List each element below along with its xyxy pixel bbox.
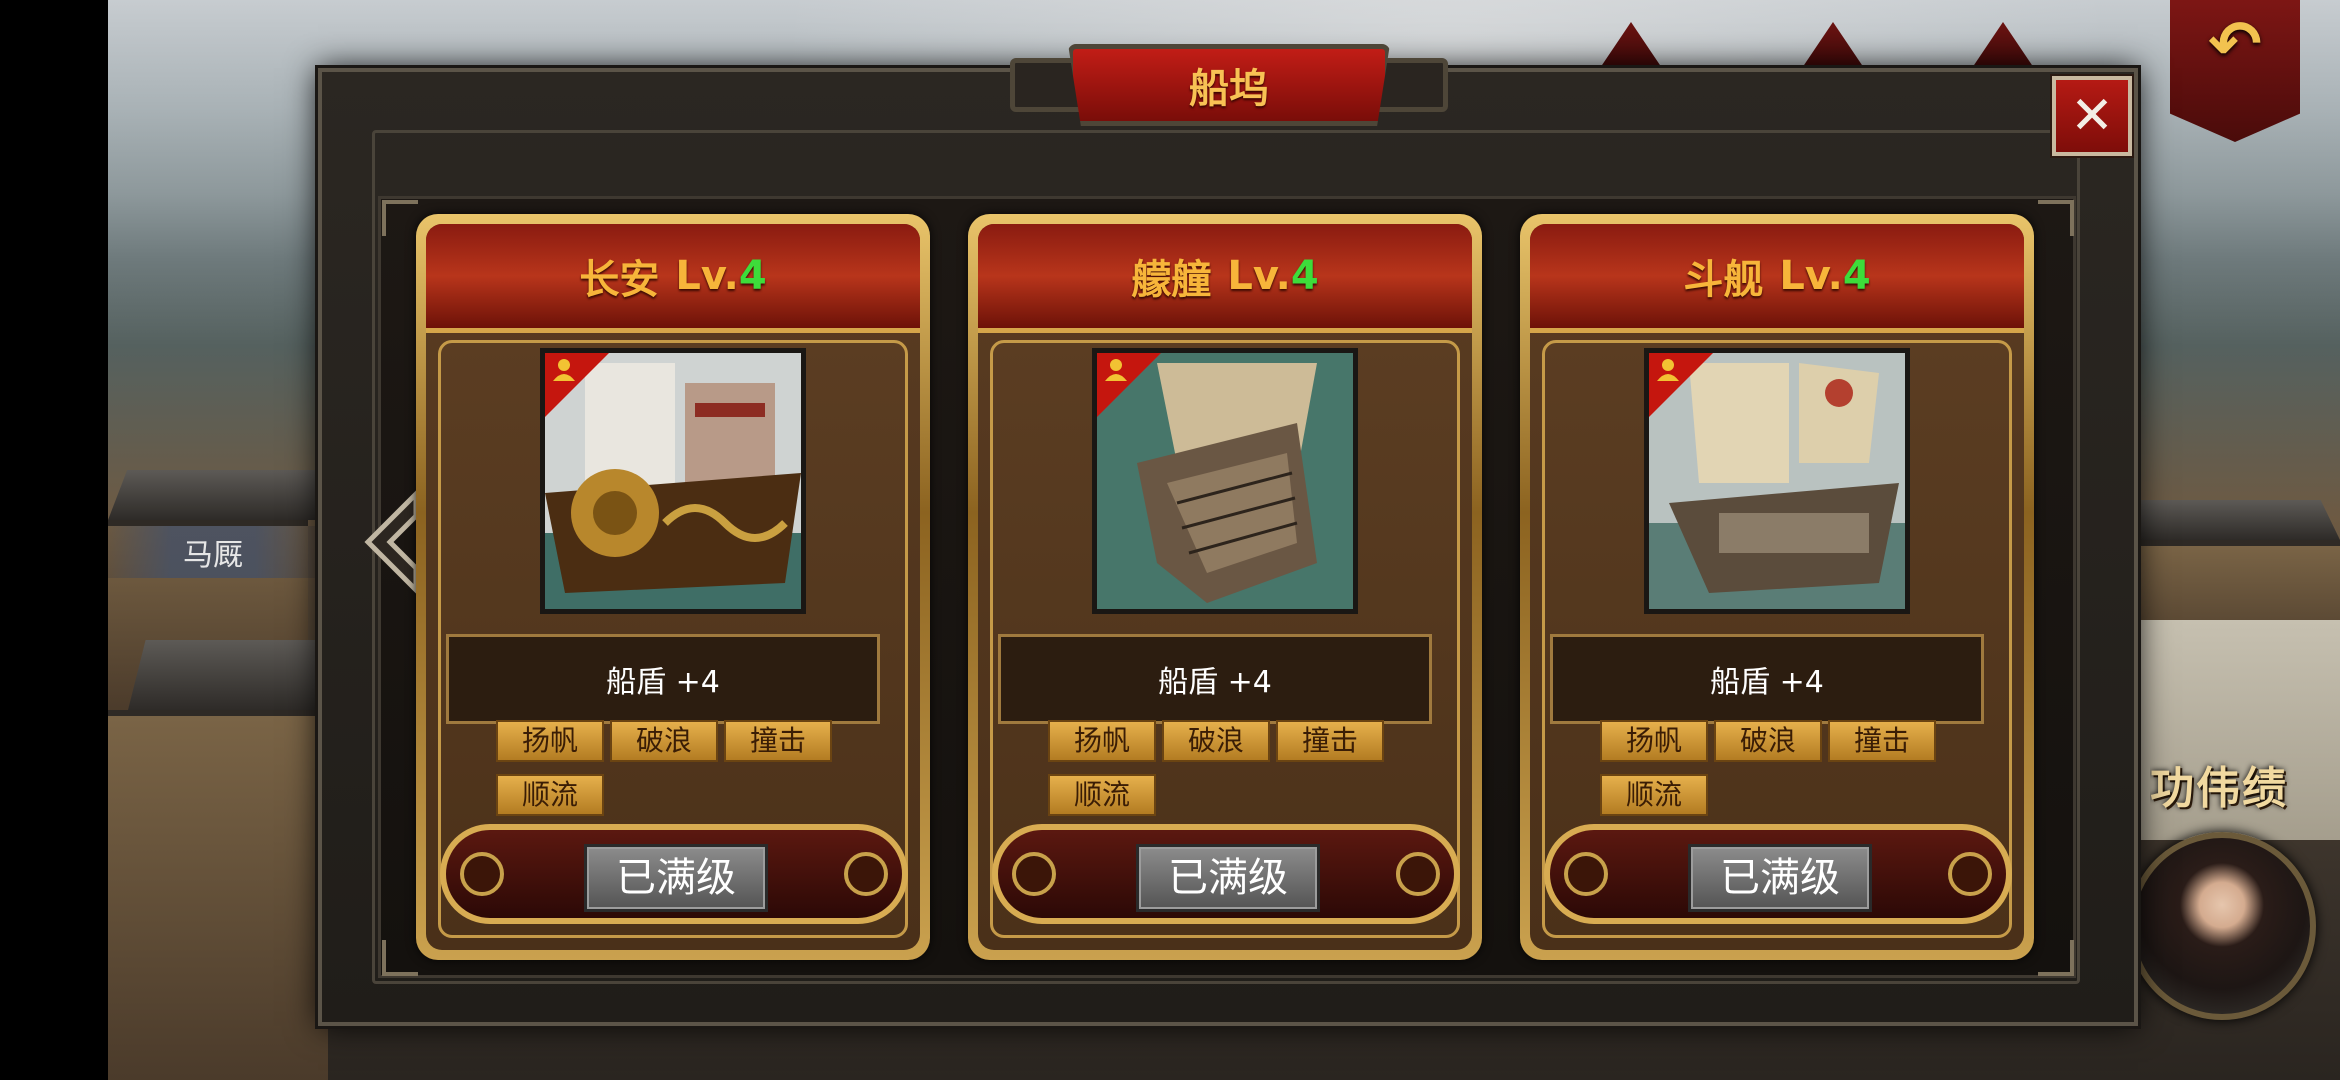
level-prefix: Lv.	[1779, 253, 1843, 299]
advisor-portrait[interactable]	[2128, 832, 2316, 1020]
skill-tag[interactable]: 顺流	[1048, 774, 1156, 816]
ship-image[interactable]	[1092, 348, 1358, 614]
upgrade-bar: 已满级	[992, 824, 1460, 924]
skill-list: 扬帆 破浪 撞击顺流	[1048, 720, 1428, 828]
ornament-knob	[460, 852, 504, 896]
frame-corner	[2038, 940, 2074, 976]
close-button[interactable]: ✕	[2052, 76, 2132, 156]
skill-tag[interactable]: 顺流	[496, 774, 604, 816]
ship-title: 长安 Lv.4	[426, 224, 920, 333]
stat-text: 船盾 +4	[1710, 665, 1824, 700]
level-prefix: Lv.	[675, 253, 739, 299]
skill-tag[interactable]: 破浪	[610, 720, 718, 762]
max-level-button[interactable]: 已满级	[584, 844, 768, 912]
skill-list: 扬帆 破浪 撞击顺流	[496, 720, 876, 828]
stat-text: 船盾 +4	[606, 665, 720, 700]
ornament-knob	[1396, 852, 1440, 896]
skill-tag[interactable]: 扬帆	[1600, 720, 1708, 762]
frame-corner	[382, 940, 418, 976]
banner-emblem	[1968, 22, 2038, 74]
close-icon: ✕	[2070, 86, 2114, 146]
dialog-title-text: 船坞	[1189, 66, 1269, 112]
ship-name: 艨艟	[1131, 257, 1212, 303]
previous-page-button[interactable]	[362, 490, 420, 594]
ornament-knob	[1948, 852, 1992, 896]
level-label: Lv.4	[675, 253, 766, 299]
skill-tag[interactable]: 撞击	[1828, 720, 1936, 762]
max-level-button[interactable]: 已满级	[1136, 844, 1320, 912]
level-number: 4	[1290, 253, 1319, 299]
stat-text: 船盾 +4	[1158, 665, 1272, 700]
frame-corner	[382, 200, 418, 236]
ship-illustration	[545, 353, 801, 609]
ship-name: 长安	[579, 257, 660, 303]
upgrade-bar: 已满级	[1544, 824, 2012, 924]
level-label: Lv.4	[1227, 253, 1318, 299]
skill-tag[interactable]: 顺流	[1600, 774, 1708, 816]
level-number: 4	[1842, 253, 1871, 299]
ship-card-doujian: 斗舰 Lv.4 船盾 +4 扬帆 破浪 撞击顺流 已满级	[1520, 214, 2034, 960]
banner-emblem	[1596, 22, 1666, 74]
ship-title: 艨艟 Lv.4	[978, 224, 1472, 333]
ship-illustration	[1649, 353, 1905, 609]
ship-image[interactable]	[1644, 348, 1910, 614]
chevron-left-icon	[364, 490, 419, 594]
ship-stat: 船盾 +4	[446, 634, 880, 724]
back-arrow-icon: ↶	[2208, 8, 2262, 82]
person-icon	[1105, 359, 1127, 381]
ship-name: 斗舰	[1683, 257, 1764, 303]
ship-title: 斗舰 Lv.4	[1530, 224, 2024, 333]
ornament-knob	[844, 852, 888, 896]
ornament-knob	[1012, 852, 1056, 896]
skill-tag[interactable]: 扬帆	[496, 720, 604, 762]
max-level-button[interactable]: 已满级	[1688, 844, 1872, 912]
ship-image[interactable]	[540, 348, 806, 614]
skill-tag[interactable]: 破浪	[1162, 720, 1270, 762]
level-prefix: Lv.	[1227, 253, 1291, 299]
upgrade-bar: 已满级	[440, 824, 908, 924]
level-number: 4	[738, 253, 767, 299]
skill-list: 扬帆 破浪 撞击顺流	[1600, 720, 1980, 828]
building	[108, 710, 328, 1080]
roof	[108, 470, 348, 520]
ship-stat: 船盾 +4	[998, 634, 1432, 724]
back-button[interactable]: ↶	[2170, 0, 2300, 142]
skill-tag[interactable]: 扬帆	[1048, 720, 1156, 762]
exploits-label-text: 功伟绩	[2150, 763, 2288, 814]
person-icon	[553, 359, 575, 381]
ship-illustration	[1097, 353, 1353, 609]
stable-building-label[interactable]: 马厩	[108, 526, 318, 578]
ship-card-changan: 长安 Lv.4 船盾 +4 扬帆 破浪 撞击顺流 已满级	[416, 214, 930, 960]
roof	[128, 640, 348, 710]
level-label: Lv.4	[1779, 253, 1870, 299]
skill-tag[interactable]: 撞击	[724, 720, 832, 762]
ship-card-mengchong: 艨艟 Lv.4 船盾 +4 扬帆 破浪 撞击顺流 已满级	[968, 214, 1482, 960]
person-icon	[1657, 359, 1679, 381]
frame-corner	[2038, 200, 2074, 236]
stable-label-text: 马厩	[183, 538, 243, 573]
exploits-building-label[interactable]: 功伟绩	[2150, 752, 2340, 822]
banner-emblem	[1798, 22, 1868, 74]
ship-stat: 船盾 +4	[1550, 634, 1984, 724]
skill-tag[interactable]: 破浪	[1714, 720, 1822, 762]
skill-tag[interactable]: 撞击	[1276, 720, 1384, 762]
dialog-title: 船坞	[1068, 44, 1390, 126]
ornament-knob	[1564, 852, 1608, 896]
